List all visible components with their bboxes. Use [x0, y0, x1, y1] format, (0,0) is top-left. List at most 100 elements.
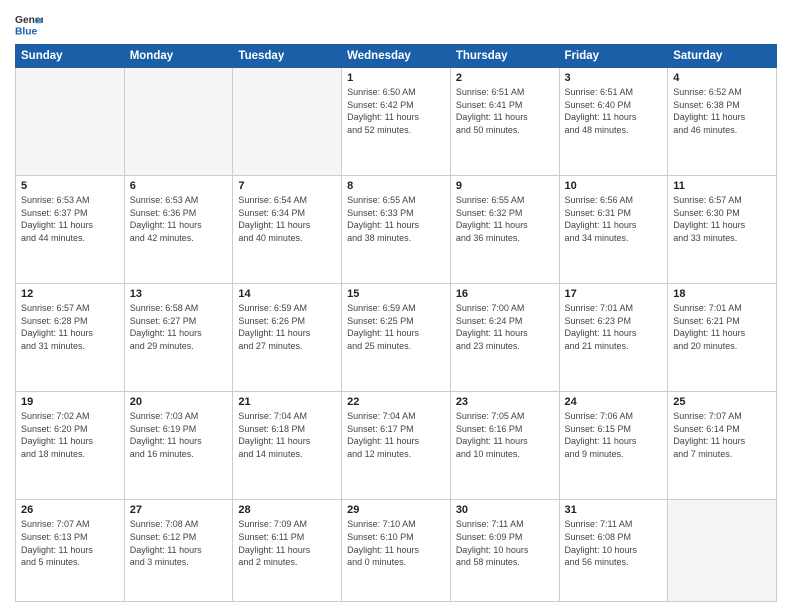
- calendar-cell: 12 Sunrise: 6:57 AM Sunset: 6:28 PM Dayli…: [16, 284, 125, 392]
- cell-info: Sunrise: 6:55 AM Sunset: 6:33 PM Dayligh…: [347, 194, 445, 244]
- day-number: 28: [238, 504, 336, 516]
- cell-info: Sunrise: 7:04 AM Sunset: 6:18 PM Dayligh…: [238, 410, 336, 460]
- cell-info: Sunrise: 7:06 AM Sunset: 6:15 PM Dayligh…: [565, 410, 663, 460]
- cell-info: Sunrise: 6:56 AM Sunset: 6:31 PM Dayligh…: [565, 194, 663, 244]
- calendar-cell: 27 Sunrise: 7:08 AM Sunset: 6:12 PM Dayli…: [124, 500, 233, 602]
- day-number: 15: [347, 288, 445, 300]
- weekday-header-friday: Friday: [559, 45, 668, 68]
- day-number: 17: [565, 288, 663, 300]
- day-number: 27: [130, 504, 228, 516]
- day-number: 11: [673, 180, 771, 192]
- cell-info: Sunrise: 7:10 AM Sunset: 6:10 PM Dayligh…: [347, 518, 445, 568]
- calendar-cell: 13 Sunrise: 6:58 AM Sunset: 6:27 PM Dayli…: [124, 284, 233, 392]
- cell-info: Sunrise: 7:08 AM Sunset: 6:12 PM Dayligh…: [130, 518, 228, 568]
- cell-info: Sunrise: 7:03 AM Sunset: 6:19 PM Dayligh…: [130, 410, 228, 460]
- cell-info: Sunrise: 7:09 AM Sunset: 6:11 PM Dayligh…: [238, 518, 336, 568]
- day-number: 8: [347, 180, 445, 192]
- day-number: 10: [565, 180, 663, 192]
- calendar-cell: 18 Sunrise: 7:01 AM Sunset: 6:21 PM Dayli…: [668, 284, 777, 392]
- cell-info: Sunrise: 6:59 AM Sunset: 6:25 PM Dayligh…: [347, 302, 445, 352]
- cell-info: Sunrise: 6:57 AM Sunset: 6:28 PM Dayligh…: [21, 302, 119, 352]
- cell-info: Sunrise: 7:04 AM Sunset: 6:17 PM Dayligh…: [347, 410, 445, 460]
- logo: General Blue: [15, 10, 43, 38]
- calendar-cell: 22 Sunrise: 7:04 AM Sunset: 6:17 PM Dayli…: [342, 392, 451, 500]
- day-number: 3: [565, 72, 663, 84]
- week-row-4: 26 Sunrise: 7:07 AM Sunset: 6:13 PM Dayli…: [16, 500, 777, 602]
- calendar-cell: [124, 68, 233, 176]
- calendar-cell: 16 Sunrise: 7:00 AM Sunset: 6:24 PM Dayli…: [450, 284, 559, 392]
- calendar-cell: 20 Sunrise: 7:03 AM Sunset: 6:19 PM Dayli…: [124, 392, 233, 500]
- cell-info: Sunrise: 6:50 AM Sunset: 6:42 PM Dayligh…: [347, 86, 445, 136]
- day-number: 21: [238, 396, 336, 408]
- logo-icon: General Blue: [15, 10, 43, 38]
- cell-info: Sunrise: 6:54 AM Sunset: 6:34 PM Dayligh…: [238, 194, 336, 244]
- day-number: 5: [21, 180, 119, 192]
- day-number: 12: [21, 288, 119, 300]
- cell-info: Sunrise: 7:11 AM Sunset: 6:08 PM Dayligh…: [565, 518, 663, 568]
- calendar-cell: 5 Sunrise: 6:53 AM Sunset: 6:37 PM Daylig…: [16, 176, 125, 284]
- calendar-cell: [16, 68, 125, 176]
- calendar-cell: 17 Sunrise: 7:01 AM Sunset: 6:23 PM Dayli…: [559, 284, 668, 392]
- cell-info: Sunrise: 6:53 AM Sunset: 6:36 PM Dayligh…: [130, 194, 228, 244]
- day-number: 2: [456, 72, 554, 84]
- header: General Blue: [15, 10, 777, 38]
- calendar-cell: 7 Sunrise: 6:54 AM Sunset: 6:34 PM Daylig…: [233, 176, 342, 284]
- calendar-cell: 11 Sunrise: 6:57 AM Sunset: 6:30 PM Dayli…: [668, 176, 777, 284]
- day-number: 26: [21, 504, 119, 516]
- day-number: 4: [673, 72, 771, 84]
- weekday-header-saturday: Saturday: [668, 45, 777, 68]
- week-row-2: 12 Sunrise: 6:57 AM Sunset: 6:28 PM Dayli…: [16, 284, 777, 392]
- cell-info: Sunrise: 7:01 AM Sunset: 6:21 PM Dayligh…: [673, 302, 771, 352]
- weekday-header-sunday: Sunday: [16, 45, 125, 68]
- calendar-cell: [668, 500, 777, 602]
- day-number: 31: [565, 504, 663, 516]
- calendar-cell: 15 Sunrise: 6:59 AM Sunset: 6:25 PM Dayli…: [342, 284, 451, 392]
- cell-info: Sunrise: 6:57 AM Sunset: 6:30 PM Dayligh…: [673, 194, 771, 244]
- cell-info: Sunrise: 6:59 AM Sunset: 6:26 PM Dayligh…: [238, 302, 336, 352]
- day-number: 1: [347, 72, 445, 84]
- day-number: 30: [456, 504, 554, 516]
- weekday-header-row: SundayMondayTuesdayWednesdayThursdayFrid…: [16, 45, 777, 68]
- day-number: 7: [238, 180, 336, 192]
- weekday-header-thursday: Thursday: [450, 45, 559, 68]
- calendar-cell: 23 Sunrise: 7:05 AM Sunset: 6:16 PM Dayli…: [450, 392, 559, 500]
- calendar-cell: 25Sunrise: 7:07 AM Sunset: 6:14 PM Dayli…: [668, 392, 777, 500]
- cell-info: Sunrise: 6:51 AM Sunset: 6:40 PM Dayligh…: [565, 86, 663, 136]
- cell-info: Sunrise: 7:00 AM Sunset: 6:24 PM Dayligh…: [456, 302, 554, 352]
- day-number: 16: [456, 288, 554, 300]
- calendar-cell: 29Sunrise: 7:10 AM Sunset: 6:10 PM Dayli…: [342, 500, 451, 602]
- day-number: 22: [347, 396, 445, 408]
- day-number: 18: [673, 288, 771, 300]
- page: General Blue SundayMondayTuesdayWednesda…: [0, 0, 792, 612]
- cell-info: Sunrise: 6:55 AM Sunset: 6:32 PM Dayligh…: [456, 194, 554, 244]
- day-number: 23: [456, 396, 554, 408]
- calendar-cell: 4Sunrise: 6:52 AM Sunset: 6:38 PM Daylig…: [668, 68, 777, 176]
- weekday-header-tuesday: Tuesday: [233, 45, 342, 68]
- calendar-cell: 10 Sunrise: 6:56 AM Sunset: 6:31 PM Dayli…: [559, 176, 668, 284]
- cell-info: Sunrise: 6:58 AM Sunset: 6:27 PM Dayligh…: [130, 302, 228, 352]
- cell-info: Sunrise: 6:51 AM Sunset: 6:41 PM Dayligh…: [456, 86, 554, 136]
- week-row-1: 5 Sunrise: 6:53 AM Sunset: 6:37 PM Daylig…: [16, 176, 777, 284]
- day-number: 13: [130, 288, 228, 300]
- cell-info: Sunrise: 7:05 AM Sunset: 6:16 PM Dayligh…: [456, 410, 554, 460]
- calendar-cell: 31 Sunrise: 7:11 AM Sunset: 6:08 PM Dayli…: [559, 500, 668, 602]
- calendar-cell: 1 Sunrise: 6:50 AM Sunset: 6:42 PM Daylig…: [342, 68, 451, 176]
- day-number: 9: [456, 180, 554, 192]
- week-row-3: 19Sunrise: 7:02 AM Sunset: 6:20 PM Dayli…: [16, 392, 777, 500]
- calendar-cell: 30 Sunrise: 7:11 AM Sunset: 6:09 PM Dayli…: [450, 500, 559, 602]
- cell-info: Sunrise: 6:53 AM Sunset: 6:37 PM Dayligh…: [21, 194, 119, 244]
- calendar-cell: 6 Sunrise: 6:53 AM Sunset: 6:36 PM Daylig…: [124, 176, 233, 284]
- cell-info: Sunrise: 7:11 AM Sunset: 6:09 PM Dayligh…: [456, 518, 554, 568]
- day-number: 25: [673, 396, 771, 408]
- svg-text:Blue: Blue: [15, 26, 38, 37]
- day-number: 6: [130, 180, 228, 192]
- cell-info: Sunrise: 7:01 AM Sunset: 6:23 PM Dayligh…: [565, 302, 663, 352]
- week-row-0: 1 Sunrise: 6:50 AM Sunset: 6:42 PM Daylig…: [16, 68, 777, 176]
- calendar-cell: 19Sunrise: 7:02 AM Sunset: 6:20 PM Dayli…: [16, 392, 125, 500]
- day-number: 19: [21, 396, 119, 408]
- cell-info: Sunrise: 7:07 AM Sunset: 6:13 PM Dayligh…: [21, 518, 119, 568]
- calendar-cell: 24Sunrise: 7:06 AM Sunset: 6:15 PM Dayli…: [559, 392, 668, 500]
- day-number: 20: [130, 396, 228, 408]
- calendar-cell: 2 Sunrise: 6:51 AM Sunset: 6:41 PM Daylig…: [450, 68, 559, 176]
- calendar-table: SundayMondayTuesdayWednesdayThursdayFrid…: [15, 44, 777, 602]
